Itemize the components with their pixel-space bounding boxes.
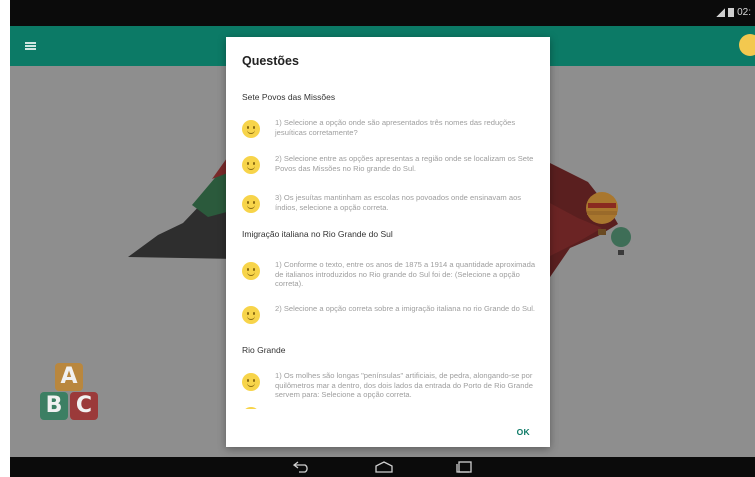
status-time: 02: [737,7,751,18]
question-text: 3) Os jesuítas mantinham as escolas nos … [275,193,522,212]
smiley-icon [242,306,260,324]
smiley-icon[interactable] [739,34,755,56]
status-bar: 02: [10,0,755,26]
question-item[interactable]: 3) Os jesuítas mantinham as escolas nos … [242,193,542,213]
map-illustration-left [128,145,238,259]
question-item[interactable]: 1) Conforme o texto, entre os anos de 18… [242,260,542,289]
signal-icon [716,8,726,17]
dialog-title: Questões [242,54,299,68]
section-title: Imigração italiana no Rio Grande do Sul [242,229,393,239]
block-a: A [55,363,83,391]
smiley-icon [242,373,260,391]
smiley-icon [242,156,260,174]
block-c: C [70,392,98,420]
navigation-bar [10,457,755,477]
dialog-body[interactable]: Sete Povos das Missões 1) Selecione a op… [226,83,550,409]
menu-icon[interactable] [25,42,36,50]
questions-dialog: Questões Sete Povos das Missões 1) Selec… [226,37,550,447]
section-title: Rio Grande [242,345,286,355]
question-text: 2) Selecione entre as opções apresentas … [275,154,534,173]
question-item-partial[interactable] [242,405,542,409]
smiley-icon [242,407,260,409]
abc-blocks-logo[interactable]: A B C [38,363,100,423]
question-item[interactable]: 1) Selecione a opção onde são apresentad… [242,118,542,138]
question-item[interactable]: 2) Selecione entre as opções apresentas … [242,154,542,174]
smiley-icon [242,195,260,213]
hot-air-balloon-small-icon [611,227,631,255]
question-text: 1) Conforme o texto, entre os anos de 18… [275,260,536,289]
block-b: B [40,392,68,420]
question-text: 1) Selecione a opção onde são apresentad… [275,118,516,137]
screen: 02: A B C Questões Sete Povos das Missõe… [10,0,755,477]
question-text: 2) Selecione a opção correta sobre a imi… [275,304,536,313]
section-title: Sete Povos das Missões [242,92,336,102]
home-icon[interactable] [374,461,394,473]
battery-icon [728,8,735,17]
recent-apps-icon[interactable] [455,461,473,473]
status-icons: 02: [716,7,751,18]
back-icon[interactable] [293,461,311,473]
question-item[interactable]: 1) Os molhes são longas "penínsulas" art… [242,371,542,400]
smiley-icon [242,120,260,138]
question-item[interactable]: 2) Selecione a opção correta sobre a imi… [242,304,542,324]
ok-button[interactable]: OK [517,427,530,437]
question-text: 1) Os molhes são longas "penínsulas" art… [275,371,533,400]
smiley-icon [242,262,260,280]
